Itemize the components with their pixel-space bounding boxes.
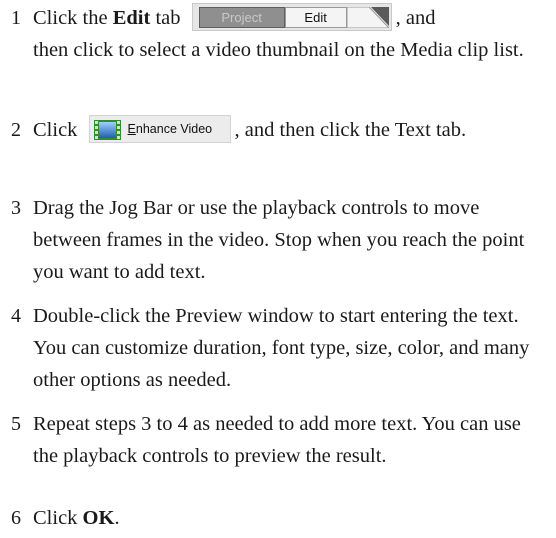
tab-edit[interactable]: Edit — [284, 7, 347, 29]
enhance-video-label: Enhance Video — [127, 122, 213, 137]
enhance-video-button[interactable]: Enhance Video — [88, 115, 231, 144]
step-text: Repeat steps 3 to 4 as needed to add mor… — [33, 413, 521, 467]
step-number: 2 — [11, 119, 21, 141]
edit-keyword: Edit — [112, 7, 151, 29]
step-text: Click OK. — [33, 507, 120, 529]
film-strip-icon — [93, 120, 121, 141]
step-text: Double-click the Preview window to start… — [33, 305, 530, 391]
step-text: Click Enhance Video, and then click the … — [33, 114, 549, 146]
tab-project[interactable]: Project — [198, 7, 285, 29]
step-number: 3 — [11, 197, 21, 219]
step-number: 6 — [11, 507, 21, 529]
step-text: Drag the Jog Bar or use the playback con… — [33, 197, 525, 283]
project-edit-tab-control[interactable]: Project Edit — [191, 3, 392, 32]
tab-corner-decoration — [346, 7, 389, 29]
step-number: 1 — [11, 7, 21, 29]
step-number: 4 — [11, 305, 21, 327]
ok-keyword: OK — [82, 507, 115, 529]
instruction-list: 1 Click the Edit tab Project Edit, and th… — [0, 0, 556, 538]
step-text: Click the Edit tab Project Edit, and then… — [33, 2, 549, 66]
step-number: 5 — [11, 413, 21, 435]
